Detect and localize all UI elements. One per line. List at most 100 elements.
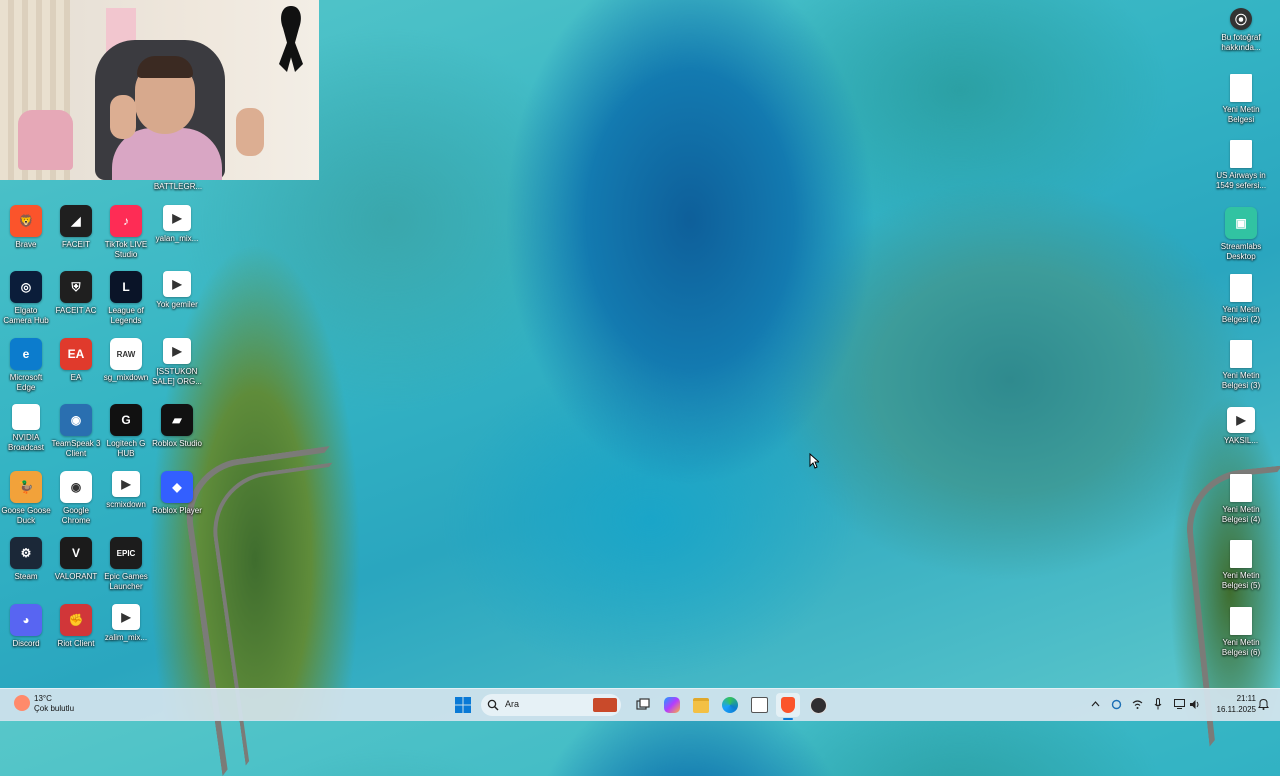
desktop-icon-label: NVIDIA Broadcast <box>7 433 45 452</box>
notification-bell-icon <box>1257 698 1269 710</box>
ghub-icon: G <box>110 404 142 436</box>
desktop-icon-label: Streamlabs Desktop <box>1220 242 1262 261</box>
search-icon <box>487 699 499 711</box>
desktop-icon-label: Google Chrome <box>61 506 91 525</box>
desktop-icon-elgato[interactable]: ◎ Elgato Camera Hub <box>0 271 52 325</box>
desktop-icon-discord[interactable]: ◕ Discord <box>0 604 52 649</box>
desktop-icon-yeni-metin-5[interactable]: Yeni Metin Belgesi (5) <box>1215 540 1267 590</box>
desktop-icon-teamspeak[interactable]: ◉ TeamSpeak 3 Client <box>50 404 102 458</box>
steam-icon: ⚙ <box>10 537 42 569</box>
desktop-icon-ea[interactable]: EA EA <box>50 338 102 383</box>
taskbar: 13°C Çok bulutlu Ara 21:11 16.11.2025 <box>0 688 1280 721</box>
desktop-icon-faceit-ac[interactable]: ⛨ FACEIT AC <box>50 271 102 316</box>
desktop-icon-bu-fotograf[interactable]: ⦿ Bu fotoğraf hakkında... <box>1215 8 1267 52</box>
weather-icon[interactable] <box>14 695 30 711</box>
desktop-icon-label: yalan_mix... <box>155 234 199 243</box>
tray-mic-button[interactable] <box>1152 697 1164 711</box>
brave-icon: 🦁 <box>10 205 42 237</box>
desktop-icon-lol[interactable]: L League of Legends <box>100 271 152 325</box>
taskbar-search-box[interactable]: Ara <box>481 694 621 716</box>
desktop-icon-label: TikTok LIVE Studio <box>104 240 148 259</box>
weather-temperature[interactable]: 13°C <box>34 694 52 703</box>
desktop-icon-yeni-metin-4[interactable]: Yeni Metin Belgesi (4) <box>1215 474 1267 524</box>
start-button[interactable] <box>451 693 475 717</box>
notifications-button[interactable] <box>1257 697 1269 711</box>
desktop-icon-yeni-metin-2[interactable]: Yeni Metin Belgesi (2) <box>1215 274 1267 324</box>
desktop-icon-brave[interactable]: 🦁 Brave <box>0 205 52 250</box>
tray-network-button[interactable] <box>1131 697 1143 711</box>
desktop-icon-chrome[interactable]: ◉ Google Chrome <box>50 471 102 525</box>
copilot-icon <box>664 697 680 713</box>
desktop-icon-riot[interactable]: ✊ Riot Client <box>50 604 102 649</box>
streamlabs-icon: ▣ <box>1225 207 1257 239</box>
desktop-icon-tiktok-live[interactable]: ♪ TikTok LIVE Studio <box>100 205 152 259</box>
desktop-icon-edge[interactable]: e Microsoft Edge <box>0 338 52 392</box>
desktop-icon-yaksil[interactable]: ▶ YAKSIL... <box>1215 407 1267 446</box>
store-taskbar-button[interactable] <box>747 693 771 717</box>
desktop-icon-label: Yeni Metin Belgesi (2) <box>1221 305 1261 324</box>
ea-icon: EA <box>60 338 92 370</box>
roblox-player-icon: ◆ <box>161 471 193 503</box>
tray-display-button[interactable] <box>1173 697 1185 711</box>
desktop-icon-sgmix[interactable]: RAW sg_mixdown <box>100 338 152 383</box>
desktop-icon-nvidia[interactable]: ▶ NVIDIA Broadcast <box>0 404 52 452</box>
desktop-icon-label: Yok gemiler <box>156 300 198 309</box>
wifi-icon <box>1173 699 1185 709</box>
desktop-icon-steam[interactable]: ⚙ Steam <box>0 537 52 582</box>
desktop-icon-goose[interactable]: 🦆 Goose Goose Duck <box>0 471 52 525</box>
valorant-icon: V <box>60 537 92 569</box>
desktop-icon-us-airways[interactable]: US Airways in 1549 sefersi... <box>1215 140 1267 190</box>
folder-icon <box>693 697 709 713</box>
obs-taskbar-button[interactable] <box>806 693 830 717</box>
desktop-icon-label: Roblox Player <box>152 506 202 515</box>
tray-volume-button[interactable] <box>1189 697 1201 711</box>
file-explorer-button[interactable] <box>689 693 713 717</box>
desktop-icon-roblox-studio[interactable]: ▰ Roblox Studio <box>151 404 203 449</box>
weather-description[interactable]: Çok bulutlu <box>34 704 74 713</box>
desktop-icon-scmix[interactable]: ▶ scmixdown <box>100 471 152 510</box>
text-document-icon <box>1230 140 1252 168</box>
tray-overflow-button[interactable] <box>1089 697 1101 711</box>
desktop-icon-sstukon[interactable]: ▶ [SSTUKON SALE] ORG... <box>151 338 203 386</box>
desktop-icon-valorant[interactable]: V VALORANT <box>50 537 102 582</box>
epic-icon: EPIC <box>110 537 142 569</box>
text-document-icon <box>1230 340 1252 368</box>
desktop-icon-label: Yeni Metin Belgesi (5) <box>1221 571 1261 590</box>
copilot-button[interactable] <box>660 693 684 717</box>
desktop-icon-label: Microsoft Edge <box>9 373 43 392</box>
yok-icon: ▶ <box>163 271 191 297</box>
brave-icon <box>781 697 795 713</box>
desktop-icon-yok[interactable]: ▶ Yok gemiler <box>151 271 203 310</box>
desktop-icon-label: Goose Goose Duck <box>1 506 51 525</box>
desktop-icon-label: Elgato Camera Hub <box>3 306 49 325</box>
desktop-icon-label: Discord <box>12 639 40 648</box>
desktop-icon-yeni-metin-3[interactable]: Yeni Metin Belgesi (3) <box>1215 340 1267 390</box>
text-document-icon <box>1230 607 1252 635</box>
bu-fotograf-icon: ⦿ <box>1230 8 1252 30</box>
faceit-icon: ◢ <box>60 205 92 237</box>
sync-icon <box>1111 699 1121 709</box>
desktop-icon-faceit[interactable]: ◢ FACEIT <box>50 205 102 250</box>
clock-date[interactable]: 16.11.2025 <box>1206 705 1256 714</box>
desktop-icon-streamlabs[interactable]: ▣ Streamlabs Desktop <box>1215 207 1267 261</box>
search-highlight-icon <box>593 698 617 712</box>
edge-taskbar-button[interactable] <box>718 693 742 717</box>
obs-icon <box>809 696 827 714</box>
desktop-icon-label: FACEIT AC <box>55 306 97 315</box>
chevron-up-icon <box>1091 701 1099 707</box>
discord-icon: ◕ <box>10 604 42 636</box>
desktop-icon-roblox-player[interactable]: ◆ Roblox Player <box>151 471 203 516</box>
desktop-icon-ghub[interactable]: G Logitech G HUB <box>100 404 152 458</box>
desktop-icon-epic[interactable]: EPIC Epic Games Launcher <box>100 537 152 591</box>
task-view-button[interactable] <box>631 693 655 717</box>
store-icon <box>750 697 768 713</box>
tray-sync-button[interactable] <box>1110 697 1122 711</box>
desktop-icon-label: Yeni Metin Belgesi (4) <box>1221 505 1261 524</box>
desktop-icon-zalim[interactable]: ▶ zalim_mix... <box>100 604 152 643</box>
brave-taskbar-button[interactable] <box>776 693 800 717</box>
desktop-icon-yeni-metin-1[interactable]: Yeni Metin Belgesi <box>1215 74 1267 124</box>
clock-time[interactable]: 21:11 <box>1214 694 1256 703</box>
desktop-icon-label: [SSTUKON SALE] ORG... <box>152 367 202 386</box>
desktop-icon-yalan[interactable]: ▶ yalan_mix... <box>151 205 203 244</box>
desktop-icon-yeni-metin-6[interactable]: Yeni Metin Belgesi (6) <box>1215 607 1267 657</box>
